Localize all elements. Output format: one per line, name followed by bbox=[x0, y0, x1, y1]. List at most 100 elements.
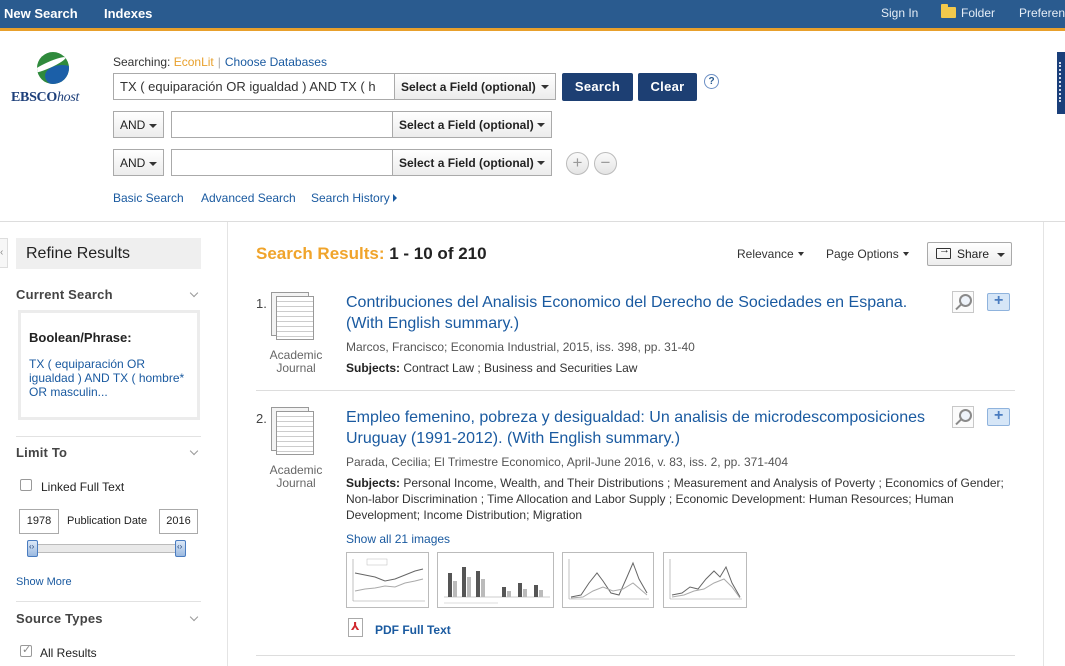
image-thumbnail[interactable] bbox=[437, 552, 554, 608]
right-column-divider bbox=[1043, 222, 1044, 666]
chevron-down-icon bbox=[149, 124, 157, 128]
image-thumbnail[interactable] bbox=[346, 552, 429, 608]
collapse-sidebar-button[interactable]: ‹ bbox=[0, 238, 8, 268]
share-button[interactable]: Share bbox=[927, 242, 1012, 266]
chevron-down-icon bbox=[902, 252, 909, 256]
remove-row-button[interactable]: − bbox=[594, 152, 617, 175]
field-select-2-label: Select a Field (optional) bbox=[399, 118, 534, 132]
field-select-1[interactable]: Select a Field (optional) bbox=[394, 73, 556, 100]
current-query-link[interactable]: TX ( equiparación OR igualdad ) AND TX (… bbox=[29, 357, 189, 399]
chevron-down-icon bbox=[149, 162, 157, 166]
date-to-input[interactable]: 2016 bbox=[159, 509, 198, 534]
chevron-right-icon bbox=[392, 194, 397, 202]
all-results-checkbox[interactable] bbox=[20, 643, 32, 657]
field-select-3[interactable]: Select a Field (optional) bbox=[392, 149, 552, 176]
add-to-folder-icon[interactable] bbox=[987, 407, 1010, 426]
preferences-link[interactable]: Preferen bbox=[1019, 6, 1065, 20]
database-name: EconLit bbox=[173, 55, 214, 69]
choose-databases-link[interactable]: Choose Databases bbox=[225, 55, 327, 69]
date-from-input[interactable]: 1978 bbox=[19, 509, 59, 534]
basic-search-link[interactable]: Basic Search bbox=[113, 191, 184, 205]
boolean-select-3-label: AND bbox=[120, 156, 146, 170]
top-navigation-bar: New Search Indexes Sign In Folder Prefer… bbox=[0, 0, 1065, 31]
chevron-down-icon bbox=[189, 446, 199, 456]
show-all-images-link[interactable]: Show all 21 images bbox=[346, 532, 450, 546]
preview-magnifier-icon[interactable] bbox=[952, 291, 974, 313]
boolean-phrase-label: Boolean/Phrase: bbox=[29, 330, 132, 345]
advanced-search-link[interactable]: Advanced Search bbox=[201, 191, 296, 205]
clear-button[interactable]: Clear bbox=[638, 73, 697, 101]
result-citation: Parada, Cecilia; El Trimestre Economico,… bbox=[346, 455, 788, 469]
limit-to-heading[interactable]: Limit To bbox=[16, 445, 201, 460]
image-thumbnail[interactable] bbox=[562, 552, 654, 608]
search-input-2[interactable] bbox=[171, 111, 395, 138]
linked-full-text-checkbox[interactable] bbox=[20, 479, 32, 491]
searching-line: Searching: EconLit | Choose Databases bbox=[113, 55, 327, 69]
field-select-3-label: Select a Field (optional) bbox=[399, 156, 534, 170]
current-search-box: Boolean/Phrase: TX ( equiparación OR igu… bbox=[18, 310, 200, 420]
field-select-2[interactable]: Select a Field (optional) bbox=[392, 111, 552, 138]
boolean-select-3[interactable]: AND bbox=[113, 149, 164, 176]
boolean-select-2[interactable]: AND bbox=[113, 111, 164, 138]
preview-magnifier-icon[interactable] bbox=[952, 406, 974, 428]
folder-link[interactable]: Folder bbox=[941, 4, 995, 20]
chevron-down-icon bbox=[537, 161, 545, 165]
subjects-list: Personal Income, Wealth, and Their Distr… bbox=[346, 476, 1004, 522]
subjects-label: Subjects: bbox=[346, 361, 401, 375]
help-icon[interactable]: ? bbox=[704, 74, 719, 89]
search-input-3[interactable] bbox=[171, 149, 395, 176]
sign-in-link[interactable]: Sign In bbox=[881, 6, 918, 20]
chevron-down-icon bbox=[797, 252, 804, 256]
relevance-sort-dropdown[interactable]: Relevance bbox=[737, 247, 804, 261]
chevron-down-icon bbox=[189, 612, 199, 622]
line-chart-thumbnail-graphic bbox=[669, 559, 742, 600]
chevron-down-icon bbox=[541, 85, 549, 89]
show-more-link[interactable]: Show More bbox=[16, 576, 72, 588]
page-options-dropdown[interactable]: Page Options bbox=[826, 247, 909, 261]
new-search-link[interactable]: New Search bbox=[4, 6, 78, 21]
ebscohost-logo[interactable]: EBSCOhost bbox=[8, 52, 98, 112]
chevron-down-icon bbox=[537, 123, 545, 127]
academic-journal-icon bbox=[271, 407, 315, 455]
source-types-heading-label: Source Types bbox=[16, 611, 103, 626]
result-divider bbox=[256, 390, 1015, 391]
add-row-button[interactable]: + bbox=[566, 152, 589, 175]
publication-type-label: Academic Journal bbox=[269, 348, 323, 375]
publication-date-label: Publication Date bbox=[67, 515, 148, 527]
ebsco-globe-icon bbox=[37, 52, 69, 84]
chevron-down-icon bbox=[997, 253, 1005, 257]
source-types-heading[interactable]: Source Types bbox=[16, 611, 201, 626]
date-slider-end-handle[interactable] bbox=[175, 540, 186, 557]
date-range-slider-track[interactable] bbox=[31, 544, 182, 553]
logo-wordmark: EBSCOhost bbox=[11, 90, 80, 105]
search-history-link[interactable]: Search History bbox=[311, 191, 397, 205]
current-search-heading[interactable]: Current Search bbox=[16, 287, 201, 302]
result-subjects: Subjects: Personal Income, Wealth, and T… bbox=[346, 475, 1018, 523]
date-slider-start-handle[interactable] bbox=[27, 540, 38, 557]
result-title-link[interactable]: Empleo femenino, pobreza y desigualdad: … bbox=[346, 407, 931, 449]
academic-journal-icon bbox=[271, 292, 315, 340]
section-divider bbox=[16, 601, 201, 602]
search-button[interactable]: Search bbox=[562, 73, 633, 101]
folder-icon bbox=[941, 4, 956, 18]
add-to-folder-icon[interactable] bbox=[987, 292, 1010, 311]
refine-results-header: Refine Results bbox=[16, 238, 201, 269]
search-history-label: Search History bbox=[311, 191, 390, 205]
indexes-link[interactable]: Indexes bbox=[104, 6, 152, 21]
pdf-full-text-link[interactable]: PDF Full Text bbox=[375, 623, 451, 637]
share-label: Share bbox=[957, 247, 990, 261]
boolean-select-2-label: AND bbox=[120, 118, 146, 132]
search-input-1[interactable]: TX ( equiparación OR igualdad ) AND TX (… bbox=[113, 73, 395, 100]
subjects-label: Subjects: bbox=[346, 476, 401, 490]
pdf-icon[interactable] bbox=[346, 618, 366, 638]
searching-label: Searching: bbox=[113, 55, 171, 69]
share-icon bbox=[936, 244, 951, 259]
result-number: 1. bbox=[256, 296, 267, 311]
image-thumbnail[interactable] bbox=[663, 552, 747, 608]
line-chart-thumbnail-graphic bbox=[568, 559, 649, 600]
linked-full-text-label: Linked Full Text bbox=[41, 480, 125, 494]
bar-chart-thumbnail-graphic bbox=[444, 567, 550, 604]
header-divider bbox=[0, 221, 1065, 222]
result-title-link[interactable]: Contribuciones del Analisis Economico de… bbox=[346, 292, 931, 334]
limit-to-heading-label: Limit To bbox=[16, 445, 68, 460]
